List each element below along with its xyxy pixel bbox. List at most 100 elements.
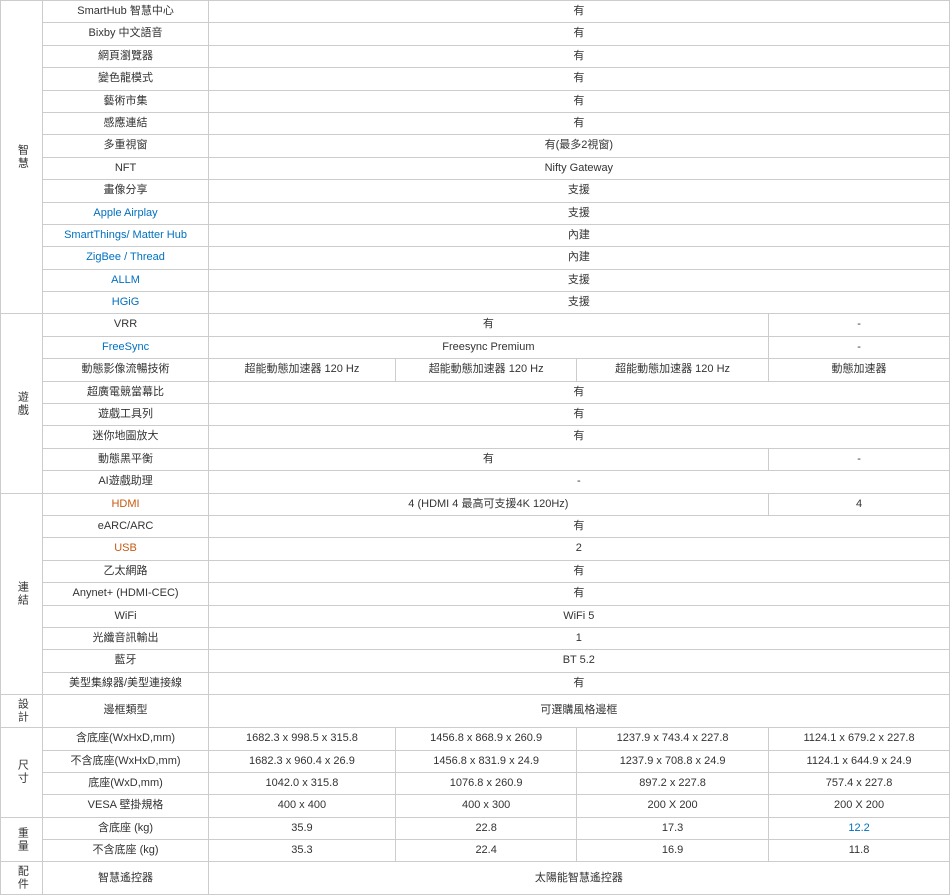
value-cell: BT 5.2 — [208, 650, 949, 672]
category-cell: 連結 — [1, 493, 43, 695]
value-cell: 200 X 200 — [769, 795, 950, 817]
value-cell: 有 — [208, 515, 949, 537]
value-cell: 22.4 — [396, 840, 577, 862]
feature-cell: 邊框類型 — [43, 695, 208, 728]
category-cell: 設計 — [1, 695, 43, 728]
feature-cell: 藍牙 — [43, 650, 208, 672]
value-cell: 757.4 x 227.8 — [769, 772, 950, 794]
value-cell: 1124.1 x 679.2 x 227.8 — [769, 728, 950, 750]
feature-cell: ALLM — [43, 269, 208, 291]
value-cell: Nifty Gateway — [208, 157, 949, 179]
value-cell: 支援 — [208, 292, 949, 314]
value-cell: 17.3 — [577, 817, 769, 839]
value-cell: 有 — [208, 381, 949, 403]
value-cell: 1237.9 x 708.8 x 24.9 — [577, 750, 769, 772]
feature-cell: SmartThings/ Matter Hub — [43, 224, 208, 246]
value-cell: 有 — [208, 448, 768, 470]
feature-cell: 網頁瀏覽器 — [43, 45, 208, 67]
feature-cell: NFT — [43, 157, 208, 179]
value-cell: 4 — [769, 493, 950, 515]
value-cell: 400 x 400 — [208, 795, 396, 817]
value-cell: 有 — [208, 314, 768, 336]
value-cell: 有 — [208, 45, 949, 67]
feature-cell: 遊戲工具列 — [43, 404, 208, 426]
value-cell: - — [769, 314, 950, 336]
value-cell: 支援 — [208, 269, 949, 291]
value-cell: 1456.8 x 868.9 x 260.9 — [396, 728, 577, 750]
feature-cell: HGiG — [43, 292, 208, 314]
value-cell: - — [769, 448, 950, 470]
value-cell: 超能動態加速器 120 Hz — [396, 359, 577, 381]
value-cell: 內建 — [208, 224, 949, 246]
value-cell: 1124.1 x 644.9 x 24.9 — [769, 750, 950, 772]
value-cell: 1682.3 x 960.4 x 26.9 — [208, 750, 396, 772]
feature-cell: 變色龍模式 — [43, 68, 208, 90]
feature-cell: WiFi — [43, 605, 208, 627]
feature-cell: 美型集線器/美型連接線 — [43, 672, 208, 694]
feature-cell: 動態影像流暢技術 — [43, 359, 208, 381]
feature-cell: 藝術市集 — [43, 90, 208, 112]
spec-table-wrapper: 智慧SmartHub 智慧中心有Bixby 中文語音有網頁瀏覽器有變色龍模式有藝… — [0, 0, 950, 895]
value-cell: 有 — [208, 426, 949, 448]
value-cell: - — [208, 471, 949, 493]
feature-cell: ZigBee / Thread — [43, 247, 208, 269]
value-cell: 4 (HDMI 4 最高可支援4K 120Hz) — [208, 493, 768, 515]
value-cell: 11.8 — [769, 840, 950, 862]
feature-cell: 乙太網路 — [43, 560, 208, 582]
feature-cell: USB — [43, 538, 208, 560]
feature-cell: HDMI — [43, 493, 208, 515]
value-cell: 有 — [208, 90, 949, 112]
value-cell: 1 — [208, 627, 949, 649]
spec-table: 智慧SmartHub 智慧中心有Bixby 中文語音有網頁瀏覽器有變色龍模式有藝… — [0, 0, 950, 895]
feature-cell: Anynet+ (HDMI-CEC) — [43, 583, 208, 605]
value-cell: 1682.3 x 998.5 x 315.8 — [208, 728, 396, 750]
value-cell: 1237.9 x 743.4 x 227.8 — [577, 728, 769, 750]
feature-cell: 含底座 (kg) — [43, 817, 208, 839]
category-cell: 智慧 — [1, 1, 43, 314]
feature-cell: 多重視窗 — [43, 135, 208, 157]
value-cell: 支援 — [208, 180, 949, 202]
value-cell: 有 — [208, 68, 949, 90]
feature-cell: 底座(WxD,mm) — [43, 772, 208, 794]
feature-cell: 不含底座 (kg) — [43, 840, 208, 862]
value-cell: 支援 — [208, 202, 949, 224]
value-cell: 有 — [208, 404, 949, 426]
feature-cell: VESA 壁掛規格 — [43, 795, 208, 817]
feature-cell: 感應連結 — [43, 112, 208, 134]
feature-cell: 畫像分享 — [43, 180, 208, 202]
value-cell: 有 — [208, 112, 949, 134]
value-cell: 16.9 — [577, 840, 769, 862]
category-cell: 遊戲 — [1, 314, 43, 493]
value-cell: 1076.8 x 260.9 — [396, 772, 577, 794]
value-cell: 超能動態加速器 120 Hz — [208, 359, 396, 381]
value-cell: 400 x 300 — [396, 795, 577, 817]
value-cell: - — [769, 336, 950, 358]
value-cell: 35.9 — [208, 817, 396, 839]
feature-cell: 光纖音訊輸出 — [43, 627, 208, 649]
value-cell: 有 — [208, 560, 949, 582]
feature-cell: Bixby 中文語音 — [43, 23, 208, 45]
value-cell: 太陽能智慧遙控器 — [208, 862, 949, 895]
value-cell: 有 — [208, 1, 949, 23]
value-cell: 有 — [208, 23, 949, 45]
feature-cell: 超廣電競當幕比 — [43, 381, 208, 403]
value-cell: 超能動態加速器 120 Hz — [577, 359, 769, 381]
value-cell: 200 X 200 — [577, 795, 769, 817]
value-cell: Freesync Premium — [208, 336, 768, 358]
value-cell: 有 — [208, 672, 949, 694]
value-cell: 有(最多2視窗) — [208, 135, 949, 157]
value-cell: 可選購風格邊框 — [208, 695, 949, 728]
value-cell: 有 — [208, 583, 949, 605]
feature-cell: FreeSync — [43, 336, 208, 358]
value-cell: 897.2 x 227.8 — [577, 772, 769, 794]
feature-cell: Apple Airplay — [43, 202, 208, 224]
category-cell: 配件 — [1, 862, 43, 895]
feature-cell: 含底座(WxHxD,mm) — [43, 728, 208, 750]
value-cell: 動態加速器 — [769, 359, 950, 381]
value-cell: 22.8 — [396, 817, 577, 839]
value-cell: 1042.0 x 315.8 — [208, 772, 396, 794]
value-cell: 12.2 — [769, 817, 950, 839]
category-cell: 尺寸 — [1, 728, 43, 818]
feature-cell: eARC/ARC — [43, 515, 208, 537]
value-cell: 1456.8 x 831.9 x 24.9 — [396, 750, 577, 772]
